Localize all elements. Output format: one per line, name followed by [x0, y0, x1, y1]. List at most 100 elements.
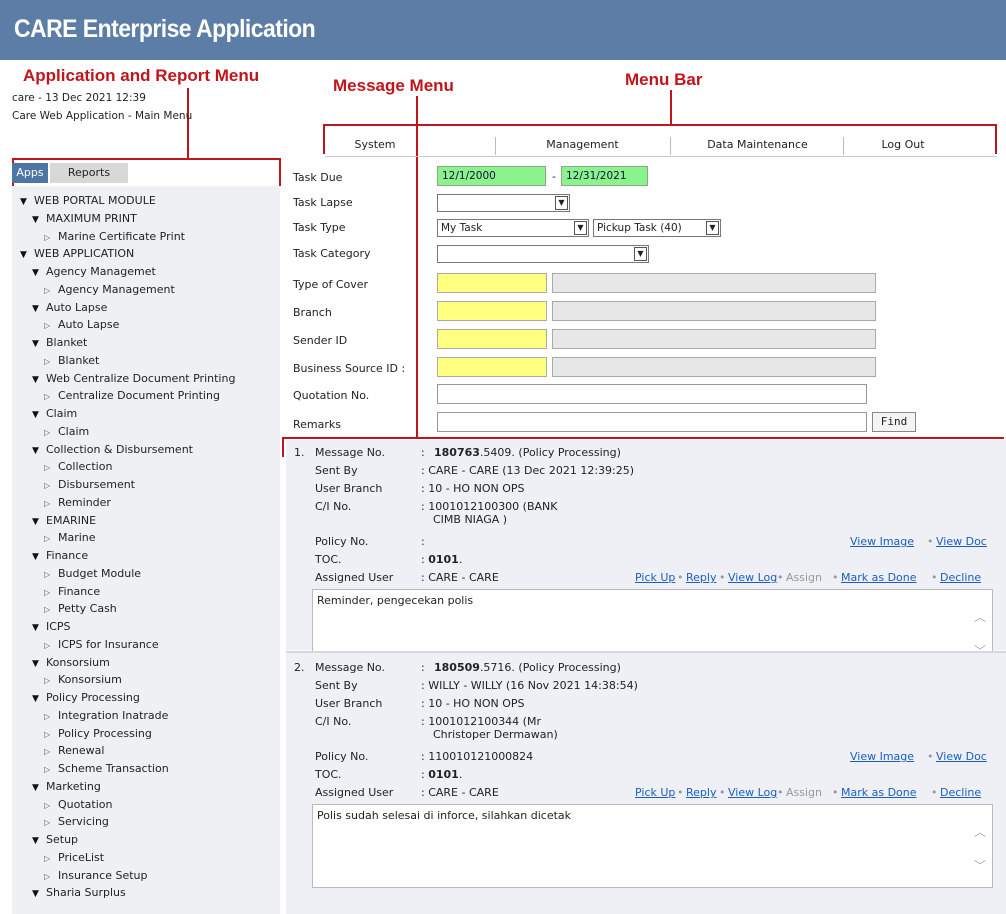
view-doc-link[interactable]: View Doc: [936, 535, 987, 548]
pick-up-link[interactable]: Pick Up: [635, 786, 675, 799]
tree-leaf-item[interactable]: ▷ Insurance Setup: [44, 867, 147, 884]
tree-leaf-item[interactable]: ▷ Petty Cash: [44, 600, 117, 617]
tree-leaf-item[interactable]: ▷ ICPS for Insurance: [44, 636, 159, 653]
quotation-field[interactable]: [437, 384, 867, 404]
task-due-to-field[interactable]: 12/31/2021: [561, 166, 648, 186]
tree-item-label: Konsorsium: [58, 673, 122, 687]
tree-group-item[interactable]: ▼ Collection & Disbursement: [32, 441, 193, 458]
task-type-value: My Task: [441, 222, 483, 234]
tree-item-label: WEB APPLICATION: [34, 247, 135, 261]
task-due-from-field[interactable]: 12/1/2000: [437, 166, 546, 186]
task-lapse-select[interactable]: ▼: [437, 194, 570, 212]
menu-data-maintenance[interactable]: Data Maintenance: [670, 134, 845, 156]
link-separator: •: [677, 786, 684, 799]
branch-code-field[interactable]: [437, 301, 547, 321]
ci-no-value-line2: Christoper Dermawan): [433, 728, 558, 741]
sender-id-code-field[interactable]: [437, 329, 547, 349]
tree-group-item[interactable]: ▼ WEB PORTAL MODULE: [20, 192, 156, 209]
tree-group-item[interactable]: ▼ MAXIMUM PRINT: [32, 210, 137, 227]
scroll-down-icon[interactable]: ﹀: [974, 857, 986, 874]
find-button[interactable]: Find: [872, 412, 916, 432]
tree-leaf-item[interactable]: ▷ Reminder: [44, 494, 111, 511]
tree-group-item[interactable]: ▼ ICPS: [32, 618, 71, 635]
task-type-select[interactable]: My Task ▼: [437, 219, 589, 237]
tree-group-item[interactable]: ▼ Blanket: [32, 334, 87, 351]
tree-item-label: Auto Lapse: [58, 318, 120, 332]
tree-group-item[interactable]: ▼ WEB APPLICATION: [20, 245, 134, 262]
decline-link[interactable]: Decline: [940, 571, 981, 584]
message-no-value: 180763.5409. (Policy Processing): [434, 446, 621, 459]
view-log-link[interactable]: View Log: [728, 571, 777, 584]
type-of-cover-code-field[interactable]: [437, 273, 547, 293]
scroll-up-icon[interactable]: ︿: [974, 823, 986, 840]
tree-group-item[interactable]: ▼ Policy Processing: [32, 689, 140, 706]
triangle-down-icon: ▼: [32, 445, 39, 456]
tree-leaf-item[interactable]: ▷ Finance: [44, 583, 100, 600]
tree-leaf-item[interactable]: ▷ Collection: [44, 458, 112, 475]
tree-leaf-item[interactable]: ▷ Claim: [44, 423, 89, 440]
business-source-code-field[interactable]: [437, 357, 547, 377]
tree-leaf-item[interactable]: ▷ Integration Inatrade: [44, 707, 168, 724]
task-due-label: Task Due: [293, 171, 343, 184]
pick-up-link[interactable]: Pick Up: [635, 571, 675, 584]
tree-group-item[interactable]: ▼ EMARINE: [32, 512, 96, 529]
view-image-link[interactable]: View Image: [850, 750, 914, 763]
tree-leaf-item[interactable]: ▷ Marine: [44, 529, 96, 546]
tree-leaf-item[interactable]: ▷ Auto Lapse: [44, 316, 119, 333]
scroll-up-icon[interactable]: ︿: [974, 608, 986, 625]
tree-leaf-item[interactable]: ▷ Budget Module: [44, 565, 141, 582]
view-doc-link[interactable]: View Doc: [936, 750, 987, 763]
tree-item-label: Marine: [58, 531, 96, 545]
mark-as-done-link[interactable]: Mark as Done: [841, 571, 917, 584]
tab-reports[interactable]: Reports: [50, 163, 128, 183]
triangle-right-icon: ▷: [44, 427, 51, 437]
remark-textarea[interactable]: Polis sudah selesai di inforce, silahkan…: [312, 804, 993, 888]
tree-leaf-item[interactable]: ▷ Konsorsium: [44, 671, 122, 688]
triangle-down-icon: ▼: [32, 268, 39, 278]
mark-as-done-link[interactable]: Mark as Done: [841, 786, 917, 799]
tree-group-item[interactable]: ▼ Setup: [32, 831, 78, 848]
tree-group-item[interactable]: ▼ Marketing: [32, 778, 101, 795]
tree-group-item[interactable]: ▼ Claim: [32, 405, 77, 422]
tree-group-item[interactable]: ▼ Konsorsium: [32, 654, 110, 671]
tab-apps[interactable]: Apps: [12, 163, 48, 183]
link-separator: •: [777, 571, 784, 584]
tree-group-item[interactable]: ▼ Finance: [32, 547, 88, 564]
tree-leaf-item[interactable]: ▷ Marine Certificate Print: [44, 228, 185, 245]
sent-by-value: : WILLY - WILLY (16 Nov 2021 14:38:54): [421, 679, 638, 692]
view-log-link[interactable]: View Log: [728, 786, 777, 799]
reply-link[interactable]: Reply: [686, 571, 716, 584]
tree-leaf-item[interactable]: ▷ Agency Management: [44, 281, 175, 298]
tree-group-item[interactable]: ▼ Agency Managemet: [32, 263, 156, 280]
sent-by-label: Sent By: [315, 679, 358, 692]
triangle-right-icon: ▷: [44, 800, 51, 810]
tree-item-label: Disbursement: [58, 478, 135, 491]
decline-link[interactable]: Decline: [940, 786, 981, 799]
tree-leaf-item[interactable]: ▷ Scheme Transaction: [44, 760, 169, 777]
tree-group-item[interactable]: ▼ Web Centralize Document Printing: [32, 370, 235, 387]
triangle-right-icon: ▷: [44, 356, 51, 366]
reply-link[interactable]: Reply: [686, 786, 716, 799]
menu-system[interactable]: System: [325, 134, 425, 156]
tree-group-item[interactable]: ▼ Sharia Surplus: [32, 884, 126, 901]
link-separator: •: [719, 786, 726, 799]
message-item-1: 1. Message No. : 180763.5409. (Policy Pr…: [286, 440, 1006, 673]
remarks-field[interactable]: [437, 412, 867, 432]
menu-management[interactable]: Management: [495, 134, 670, 156]
task-category-select[interactable]: ▼: [437, 245, 649, 263]
tree-leaf-item[interactable]: ▷ Disbursement: [44, 476, 135, 493]
view-image-link[interactable]: View Image: [850, 535, 914, 548]
tree-leaf-item[interactable]: ▷ Servicing: [44, 813, 109, 830]
tree-leaf-item[interactable]: ▷ Policy Processing: [44, 725, 152, 742]
menu-log-out[interactable]: Log Out: [843, 134, 963, 156]
tree-item-label: Agency Management: [58, 282, 175, 296]
tree-leaf-item[interactable]: ▷ Renewal: [44, 742, 104, 759]
tree-group-item[interactable]: ▼ Auto Lapse: [32, 299, 107, 316]
annotation-line: [282, 437, 284, 457]
sent-by-label: Sent By: [315, 464, 358, 477]
pickup-task-select[interactable]: Pickup Task (40) ▼: [593, 219, 721, 237]
tree-leaf-item[interactable]: ▷ Blanket: [44, 352, 99, 369]
tree-leaf-item[interactable]: ▷ PriceList: [44, 849, 104, 866]
tree-leaf-item[interactable]: ▷ Centralize Document Printing: [44, 387, 220, 404]
tree-leaf-item[interactable]: ▷ Quotation: [44, 796, 112, 813]
